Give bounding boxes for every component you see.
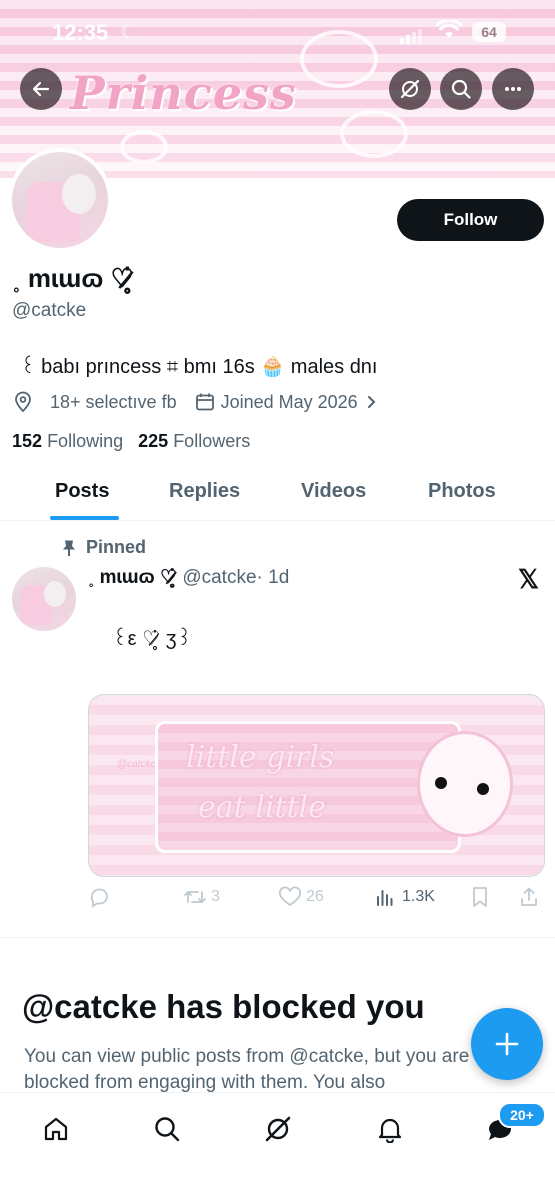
- post-actions: 3 26 1.3K: [88, 886, 543, 916]
- focus-moon-icon: ☾: [120, 22, 137, 42]
- location-item: 18+ selectıve fb: [12, 391, 177, 413]
- x-logo-icon: 𝕏: [518, 564, 539, 594]
- media-panel: little girls eat little: [155, 721, 461, 853]
- views-icon: [377, 890, 393, 906]
- nav-grok[interactable]: [262, 1113, 294, 1145]
- avatar-image: [12, 152, 108, 248]
- tab-videos[interactable]: Videos: [301, 480, 366, 503]
- followers-label: Followers: [173, 431, 251, 451]
- search-icon: [155, 1117, 180, 1142]
- followers-count: 225: [138, 431, 169, 451]
- status-bar: 12:35 ☾ 64: [0, 0, 555, 64]
- wifi-icon: [435, 18, 463, 45]
- media-text-line-2: eat little: [198, 790, 326, 825]
- share-button[interactable]: [518, 886, 540, 908]
- retweet-button[interactable]: 3: [183, 886, 220, 908]
- like-count: 26: [306, 888, 324, 905]
- post-time: · 1d: [256, 567, 290, 588]
- reply-icon: [90, 888, 108, 908]
- compose-post-button[interactable]: [471, 1008, 543, 1080]
- following-count: 152: [12, 431, 43, 451]
- follow-button[interactable]: Follow: [397, 199, 544, 241]
- media-character: [417, 731, 513, 837]
- views-count: 1.3K: [402, 888, 435, 905]
- search-icon: [451, 79, 471, 99]
- more-icon: [505, 87, 521, 91]
- like-button[interactable]: 26: [278, 886, 324, 908]
- location-icon: [15, 391, 31, 413]
- nav-search[interactable]: [151, 1113, 183, 1145]
- chevron-right-icon: [367, 396, 376, 408]
- status-time: 12:35: [52, 20, 109, 45]
- calendar-icon: [195, 393, 214, 411]
- cellular-signal-icon: [400, 26, 424, 44]
- post-image[interactable]: @catcke little girls eat little: [88, 694, 545, 877]
- messages-badge: 20+: [498, 1102, 546, 1128]
- joined-text: Joined May 2026: [220, 391, 358, 412]
- retweet-count: 3: [211, 888, 220, 905]
- home-icon: [44, 1117, 68, 1141]
- media-character-eye: [477, 783, 489, 795]
- media-watermark: @catcke: [117, 759, 157, 770]
- blocked-description: You can view public posts from @catcke, …: [24, 1046, 470, 1092]
- grok-icon: [400, 79, 420, 99]
- like-icon: [279, 886, 301, 907]
- profile-avatar[interactable]: [8, 148, 112, 252]
- media-character-eye: [435, 777, 447, 789]
- profile-tabs: Posts Replies Videos Photos: [0, 468, 555, 521]
- back-arrow-icon: [32, 81, 50, 97]
- bookmark-icon: [473, 887, 487, 907]
- banner-text: Princess: [70, 66, 297, 120]
- section-divider: [0, 937, 555, 938]
- following-label: Following: [47, 431, 124, 451]
- following-link[interactable]: 152 Following: [12, 431, 123, 451]
- post-author-avatar[interactable]: [12, 567, 76, 631]
- nav-home[interactable]: [40, 1113, 72, 1145]
- back-button[interactable]: [20, 68, 62, 110]
- profile-handle: @catcke: [12, 300, 87, 321]
- more-button[interactable]: [492, 68, 534, 110]
- reply-button[interactable]: [88, 886, 110, 908]
- follow-stats: 152 Following 225 Followers: [12, 431, 250, 452]
- active-tab-indicator: [50, 516, 119, 520]
- profile-bio: ꒰ babı prıncess ⌗ bmı 16s 🧁 males dnı: [20, 356, 378, 378]
- notifications-icon: [378, 1118, 402, 1143]
- tab-replies[interactable]: Replies: [169, 480, 240, 503]
- share-icon: [521, 887, 537, 906]
- blocked-title: @catcke has blocked you: [22, 988, 425, 1025]
- post-header: ˳ mɩɯɷ ♡̷̥̇ @catcke· 1d: [88, 566, 289, 589]
- post-author-name[interactable]: ˳ mɩɯɷ ♡̷̥̇: [88, 567, 177, 588]
- grok-icon: [265, 1116, 291, 1142]
- tab-posts[interactable]: Posts: [55, 480, 109, 503]
- tab-photos[interactable]: Photos: [428, 480, 496, 503]
- banner-bow-decoration: [120, 130, 168, 164]
- location-text: 18+ selectıve fb: [50, 391, 177, 412]
- banner-bow-decoration: [340, 110, 408, 158]
- bookmark-button[interactable]: [470, 886, 490, 908]
- pinned-indicator: Pinned: [60, 537, 146, 558]
- nav-notifications[interactable]: [374, 1113, 406, 1145]
- followers-link[interactable]: 225 Followers: [138, 431, 250, 451]
- joined-item[interactable]: Joined May 2026: [195, 392, 380, 413]
- media-text-line-1: little girls: [186, 740, 335, 775]
- profile-meta: 18+ selectıve fb Joined May 2026: [12, 391, 380, 413]
- grok-button[interactable]: [389, 68, 431, 110]
- search-button[interactable]: [440, 68, 482, 110]
- post-author-handle[interactable]: @catcke: [182, 567, 256, 588]
- display-name: ˳ mɩɯɷ ♡̷̥̇: [12, 263, 134, 293]
- pinned-label: Pinned: [86, 537, 147, 557]
- plus-icon: [495, 1032, 519, 1056]
- battery-indicator: 64: [472, 22, 506, 42]
- post-text: ꒰ε ♡̷̥̇ ʒ꒱: [112, 628, 193, 650]
- views-button[interactable]: 1.3K: [374, 886, 435, 908]
- pin-icon: [63, 540, 75, 556]
- retweet-icon: [184, 891, 206, 903]
- bottom-navigation: [0, 1092, 555, 1201]
